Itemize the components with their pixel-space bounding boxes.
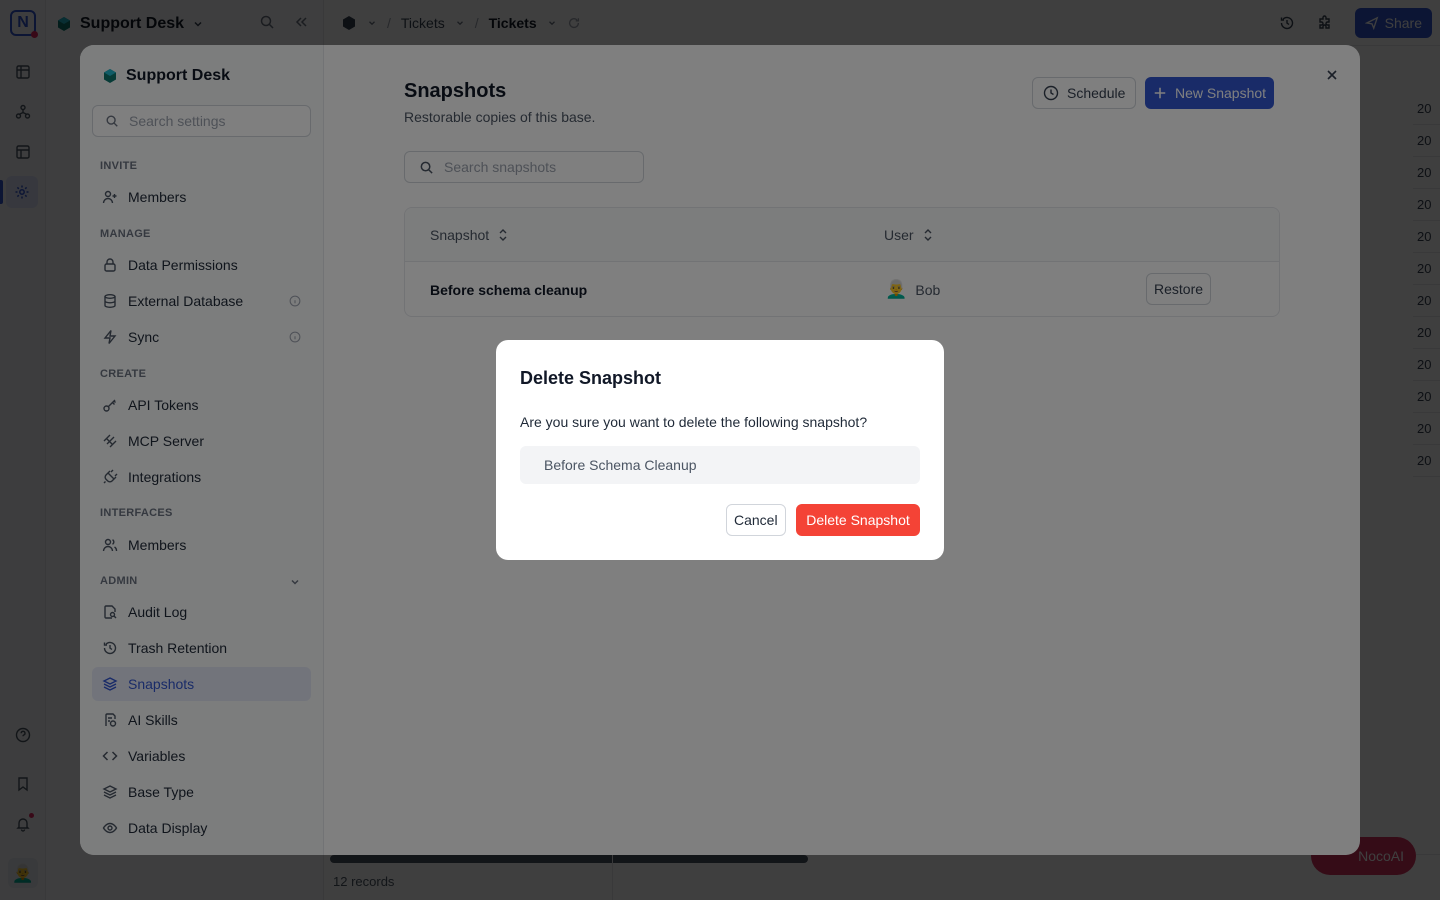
dialog-message: Are you sure you want to delete the foll… [520,414,868,430]
cancel-button[interactable]: Cancel [726,504,786,536]
dialog-title: Delete Snapshot [520,368,662,388]
delete-snapshot-dialog: Delete Snapshot Are you sure you want to… [496,340,944,560]
delete-snapshot-button[interactable]: Delete Snapshot [796,504,920,536]
dialog-snapshot-name: Before Schema Cleanup [520,446,920,484]
